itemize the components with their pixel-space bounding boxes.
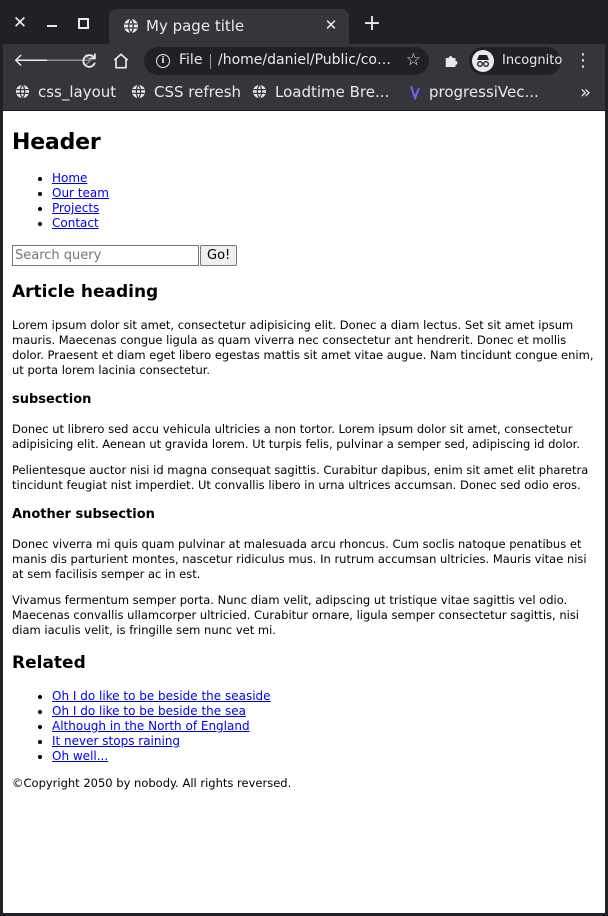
related-link[interactable]: It never stops raining bbox=[52, 734, 180, 748]
subsection-heading: subsection bbox=[12, 392, 92, 407]
nav-item: Our team bbox=[52, 186, 596, 201]
nav-link-home[interactable]: Home bbox=[52, 171, 87, 185]
list-item: Oh I do like to be beside the seaside bbox=[52, 689, 596, 704]
address-separator bbox=[210, 54, 211, 69]
list-item: It never stops raining bbox=[52, 734, 596, 749]
progressive-logo-icon bbox=[410, 85, 420, 100]
globe-icon bbox=[15, 84, 30, 99]
page-viewport: Header Home Our team Projects Contact Go… bbox=[3, 111, 605, 913]
address-bar[interactable]: i File /home/daniel/Public/content/index… bbox=[144, 47, 429, 75]
window-minimize-icon[interactable] bbox=[39, 10, 65, 36]
window-maximize-icon[interactable] bbox=[70, 10, 96, 36]
info-icon[interactable]: i bbox=[156, 54, 170, 68]
tab-title: My page title bbox=[146, 17, 245, 35]
related-link[interactable]: Although in the North of England bbox=[52, 719, 250, 733]
paragraph: Vivamus fermentum semper porta. Nunc dia… bbox=[12, 593, 580, 637]
address-url[interactable]: /home/daniel/Public/content/index.html bbox=[218, 52, 396, 68]
paragraph: Pelientesque auctor nisi id magna conseq… bbox=[12, 463, 589, 492]
reload-icon[interactable] bbox=[77, 49, 101, 73]
go-button[interactable]: Go! bbox=[200, 245, 238, 266]
nav-item: Home bbox=[52, 171, 596, 186]
address-scheme: File bbox=[179, 52, 203, 68]
bookmark-label: progressiVec... bbox=[429, 83, 539, 101]
browser-window: ✕ My page title ✕ + 🡐 🡒 i File /home/dan… bbox=[3, 0, 605, 913]
incognito-label: Incognito bbox=[502, 53, 563, 68]
bookmark-css-layout[interactable]: css_layout bbox=[15, 83, 116, 105]
nav-item: Projects bbox=[52, 201, 596, 216]
footer-copyright: ©Copyright 2050 by nobody. All rights re… bbox=[12, 776, 292, 790]
tab-close-icon[interactable]: ✕ bbox=[321, 16, 341, 34]
globe-icon bbox=[252, 84, 267, 99]
nav-list: Home Our team Projects Contact bbox=[12, 171, 596, 231]
globe-icon bbox=[124, 18, 138, 34]
bookmark-loadtime[interactable]: Loadtime Bre... bbox=[252, 83, 389, 105]
globe-icon bbox=[131, 84, 146, 99]
back-arrow-icon[interactable]: 🡐 bbox=[13, 49, 61, 73]
bookmark-label: CSS refresh bbox=[154, 83, 242, 101]
subsection-heading: Another subsection bbox=[12, 507, 155, 522]
bookmark-star-icon[interactable]: ☆ bbox=[406, 50, 421, 70]
browser-tab[interactable]: My page title ✕ bbox=[109, 9, 349, 44]
extensions-puzzle-icon[interactable] bbox=[439, 49, 463, 73]
paragraph: Lorem ipsum dolor sit amet, consectetur … bbox=[12, 318, 594, 377]
bookmark-css-refresh[interactable]: CSS refresh bbox=[131, 83, 241, 105]
related-link[interactable]: Oh well... bbox=[52, 749, 108, 763]
related-list: Oh I do like to be beside the seaside Oh… bbox=[12, 689, 596, 764]
forward-arrow-icon[interactable]: 🡒 bbox=[45, 49, 93, 73]
bookmark-label: Loadtime Bre... bbox=[275, 83, 390, 101]
bookmarks-overflow-icon[interactable]: » bbox=[580, 82, 591, 103]
paragraph: Donec ut librero sed accu vehicula ultri… bbox=[12, 422, 581, 451]
related-link[interactable]: Oh I do like to be beside the seaside bbox=[52, 689, 271, 703]
toolbar: 🡐 🡒 i File /home/daniel/Public/content/i… bbox=[3, 44, 605, 78]
window-close-icon[interactable]: ✕ bbox=[7, 10, 33, 36]
kebab-menu-icon[interactable]: ⋮ bbox=[571, 49, 595, 73]
bookmarks-bar: css_layout CSS refresh Loadtime Bre... p… bbox=[3, 78, 605, 111]
paragraph: Donec viverra mi quis quam pulvinar at m… bbox=[12, 537, 587, 581]
incognito-icon bbox=[472, 50, 494, 72]
page-header: Header bbox=[12, 130, 101, 155]
title-bar: ✕ My page title ✕ + bbox=[3, 0, 605, 44]
nav-link-projects[interactable]: Projects bbox=[52, 201, 99, 215]
list-item: Although in the North of England bbox=[52, 719, 596, 734]
nav-link-contact[interactable]: Contact bbox=[52, 216, 99, 230]
new-tab-icon[interactable]: + bbox=[360, 12, 384, 36]
search-form: Go! bbox=[12, 245, 596, 267]
nav-item: Contact bbox=[52, 216, 596, 231]
home-icon[interactable] bbox=[109, 49, 133, 73]
bookmark-label: css_layout bbox=[38, 83, 117, 101]
related-link[interactable]: Oh I do like to be beside the sea bbox=[52, 704, 246, 718]
nav-link-our-team[interactable]: Our team bbox=[52, 186, 109, 200]
related-heading: Related bbox=[12, 653, 86, 673]
article-heading: Article heading bbox=[12, 282, 159, 302]
list-item: Oh well... bbox=[52, 749, 596, 764]
bookmark-progressivec[interactable]: progressiVec... bbox=[409, 83, 539, 105]
search-input[interactable] bbox=[12, 245, 199, 266]
incognito-profile-button[interactable]: Incognito bbox=[469, 47, 563, 75]
list-item: Oh I do like to be beside the sea bbox=[52, 704, 596, 719]
